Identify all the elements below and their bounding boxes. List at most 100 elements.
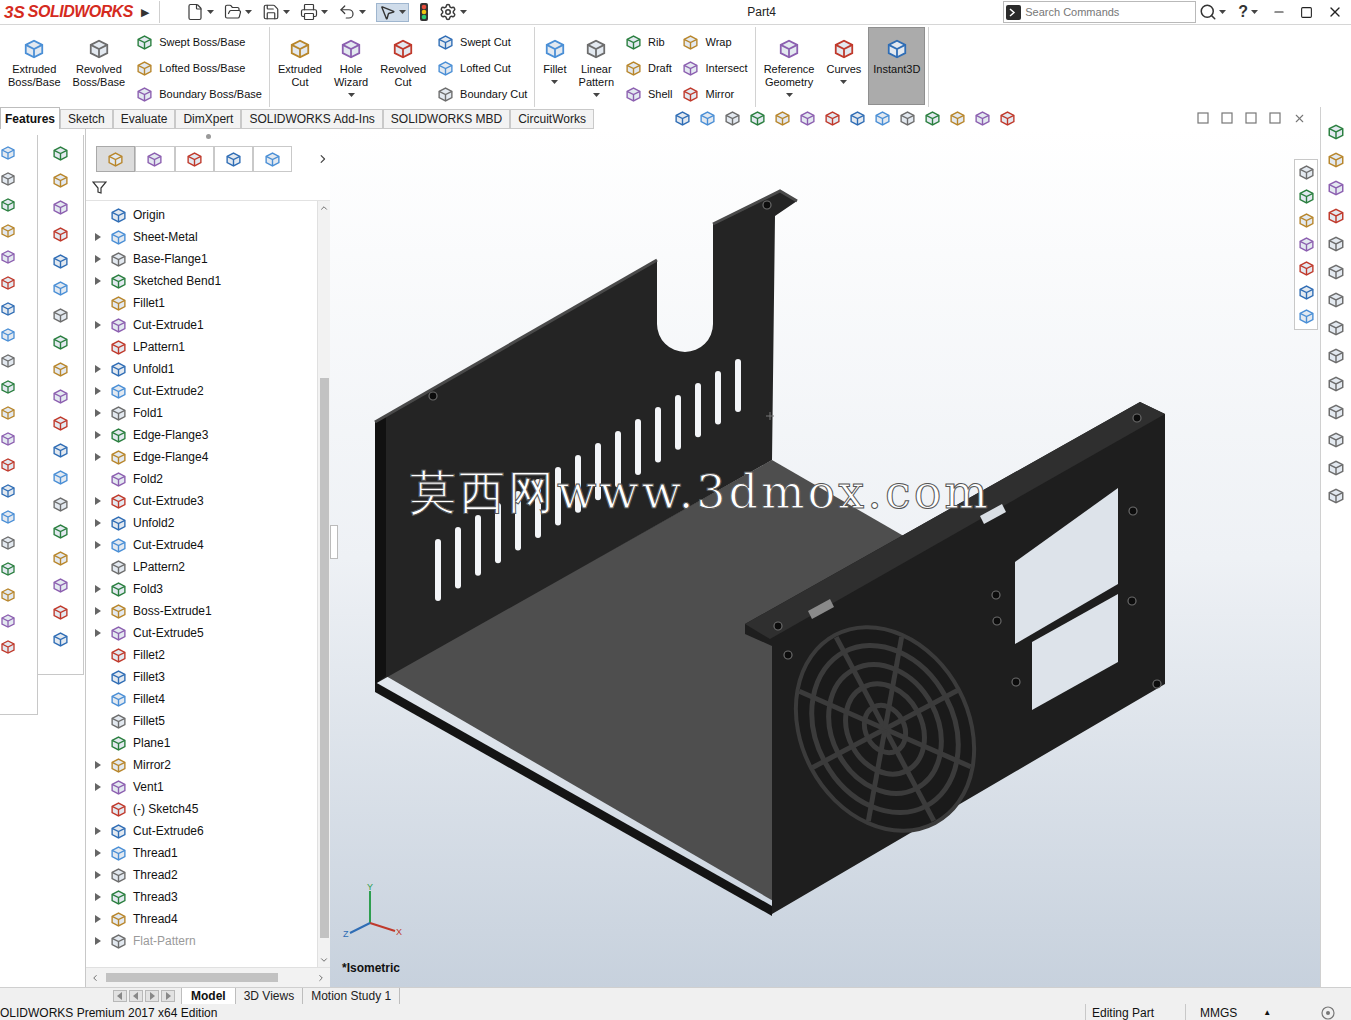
expand-arrow-icon[interactable]	[95, 783, 101, 791]
expand-arrow-icon[interactable]	[95, 761, 101, 769]
panel-tab[interactable]	[96, 146, 135, 172]
rebuild-traffic-light-icon[interactable]	[419, 3, 429, 21]
panel-tab[interactable]	[135, 146, 174, 172]
window-layout-icon[interactable]	[1221, 112, 1233, 124]
more-tabs-icon[interactable]	[316, 152, 330, 166]
ribbon-large-button[interactable]: Instant3D	[868, 27, 925, 105]
dropdown-caret-icon[interactable]	[399, 10, 406, 15]
splitter-handle[interactable]	[330, 525, 338, 559]
ribbon-large-button[interactable]: LinearPattern	[574, 27, 619, 105]
tree-item[interactable]: Fillet4	[86, 688, 317, 710]
dropdown-caret-icon[interactable]	[348, 93, 355, 98]
expand-arrow-icon[interactable]	[95, 937, 101, 945]
scroll-up-icon[interactable]	[319, 203, 329, 213]
tree-item[interactable]: Thread3	[86, 886, 317, 908]
tree-item[interactable]: Cut-Extrude3	[86, 490, 317, 512]
tab-scroll-icon[interactable]	[113, 990, 127, 1002]
sheet-metal-part-drawing[interactable]	[330, 129, 1320, 987]
ribbon-large-button[interactable]: ExtrudedCut	[273, 27, 327, 105]
tree-item[interactable]: Edge-Flange4	[86, 446, 317, 468]
quick-access-button[interactable]	[262, 3, 290, 21]
tree-filter[interactable]	[86, 175, 330, 201]
tree-item[interactable]: Fillet3	[86, 666, 317, 688]
ribbon-small-button[interactable]: Intersect	[682, 59, 747, 77]
expand-arrow-icon[interactable]	[95, 827, 101, 835]
ribbon-small-button[interactable]: Mirror	[682, 85, 747, 103]
dropdown-caret-icon[interactable]	[321, 10, 328, 15]
ribbon-small-button[interactable]: Boundary Boss/Base	[136, 85, 262, 103]
menu-expand-button[interactable]: ▶	[141, 4, 149, 21]
maximize-icon[interactable]	[1300, 6, 1313, 19]
tree-item[interactable]: Unfold1	[86, 358, 317, 380]
ribbon-small-button[interactable]: Swept Boss/Base	[136, 33, 262, 51]
tree-item[interactable]: Cut-Extrude1	[86, 314, 317, 336]
tree-item[interactable]: Cut-Extrude4	[86, 534, 317, 556]
ribbon-large-button[interactable]: ReferenceGeometry	[759, 27, 820, 105]
expand-arrow-icon[interactable]	[95, 607, 101, 615]
dropdown-caret-icon[interactable]	[283, 10, 290, 15]
expand-arrow-icon[interactable]	[95, 871, 101, 879]
command-tab[interactable]: SOLIDWORKS MBD	[383, 109, 510, 129]
units-selector[interactable]: MMGS▲	[1185, 1004, 1305, 1020]
expand-arrow-icon[interactable]	[95, 387, 101, 395]
dropdown-caret-icon[interactable]	[786, 93, 793, 98]
command-tab[interactable]: CircuitWorks	[510, 109, 594, 129]
command-tab[interactable]: SOLIDWORKS Add-Ins	[241, 109, 382, 129]
ribbon-small-button[interactable]: Lofted Boss/Base	[136, 59, 262, 77]
ribbon-small-button[interactable]: Draft	[625, 59, 672, 77]
options-button[interactable]	[439, 3, 467, 21]
ribbon-small-button[interactable]: Wrap	[682, 33, 747, 51]
expand-arrow-icon[interactable]	[95, 497, 101, 505]
status-info-icon[interactable]	[1321, 1006, 1335, 1020]
quick-access-button[interactable]	[338, 3, 366, 21]
window-layout-icon[interactable]	[1197, 112, 1209, 124]
ribbon-small-button[interactable]: Swept Cut	[437, 33, 527, 51]
expand-arrow-icon[interactable]	[95, 431, 101, 439]
tree-item[interactable]: Boss-Extrude1	[86, 600, 317, 622]
tab-scroll-icon[interactable]	[145, 990, 159, 1002]
select-button[interactable]	[376, 3, 409, 22]
tree-item[interactable]: Edge-Flange3	[86, 424, 317, 446]
bottom-tab[interactable]: Model	[181, 988, 236, 1005]
ribbon-small-button[interactable]: Shell	[625, 85, 672, 103]
expand-arrow-icon[interactable]	[95, 849, 101, 857]
dropdown-caret-icon[interactable]	[207, 10, 214, 15]
expand-arrow-icon[interactable]	[95, 409, 101, 417]
command-tab[interactable]: Sketch	[60, 109, 113, 129]
quick-access-button[interactable]	[300, 3, 328, 21]
dropdown-caret-icon[interactable]	[1251, 10, 1258, 15]
bottom-tab[interactable]: Motion Study 1	[303, 988, 400, 1005]
close-icon[interactable]	[1327, 4, 1343, 20]
tree-item[interactable]: Fold1	[86, 402, 317, 424]
horizontal-scrollbar[interactable]	[86, 967, 330, 987]
tree-item[interactable]: Fold3	[86, 578, 317, 600]
tree-item[interactable]: Thread2	[86, 864, 317, 886]
tab-scroll-icon[interactable]	[129, 990, 143, 1002]
panel-tab[interactable]	[214, 146, 253, 172]
solidworks-logo[interactable]: 3SSOLIDWORKS	[0, 4, 133, 21]
dropdown-caret-icon[interactable]	[460, 10, 467, 15]
tree-item[interactable]: LPattern2	[86, 556, 317, 578]
command-tab[interactable]: DimXpert	[175, 109, 241, 129]
tab-scroll-icon[interactable]	[161, 990, 175, 1002]
ribbon-large-button[interactable]: RevolvedBoss/Base	[68, 27, 131, 105]
vertical-scrollbar[interactable]	[317, 201, 330, 967]
quick-access-button[interactable]	[186, 3, 214, 21]
tree-item[interactable]: Cut-Extrude2	[86, 380, 317, 402]
dropdown-caret-icon[interactable]	[840, 80, 847, 85]
expand-arrow-icon[interactable]	[95, 233, 101, 241]
scroll-left-icon[interactable]	[90, 973, 100, 983]
search-icon[interactable]	[1199, 3, 1217, 21]
bottom-tab[interactable]: 3D Views	[236, 988, 303, 1005]
tree-item[interactable]: Base-Flange1	[86, 248, 317, 270]
expand-arrow-icon[interactable]	[95, 321, 101, 329]
window-layout-icon[interactable]	[1245, 112, 1257, 124]
expand-arrow-icon[interactable]	[95, 585, 101, 593]
dropdown-caret-icon[interactable]	[551, 80, 558, 85]
expand-arrow-icon[interactable]	[95, 453, 101, 461]
quick-access-button[interactable]	[224, 3, 252, 21]
scroll-down-icon[interactable]	[319, 955, 329, 965]
tree-item[interactable]: (-) Sketch45	[86, 798, 317, 820]
expand-arrow-icon[interactable]	[95, 629, 101, 637]
dropdown-caret-icon[interactable]	[593, 93, 600, 98]
